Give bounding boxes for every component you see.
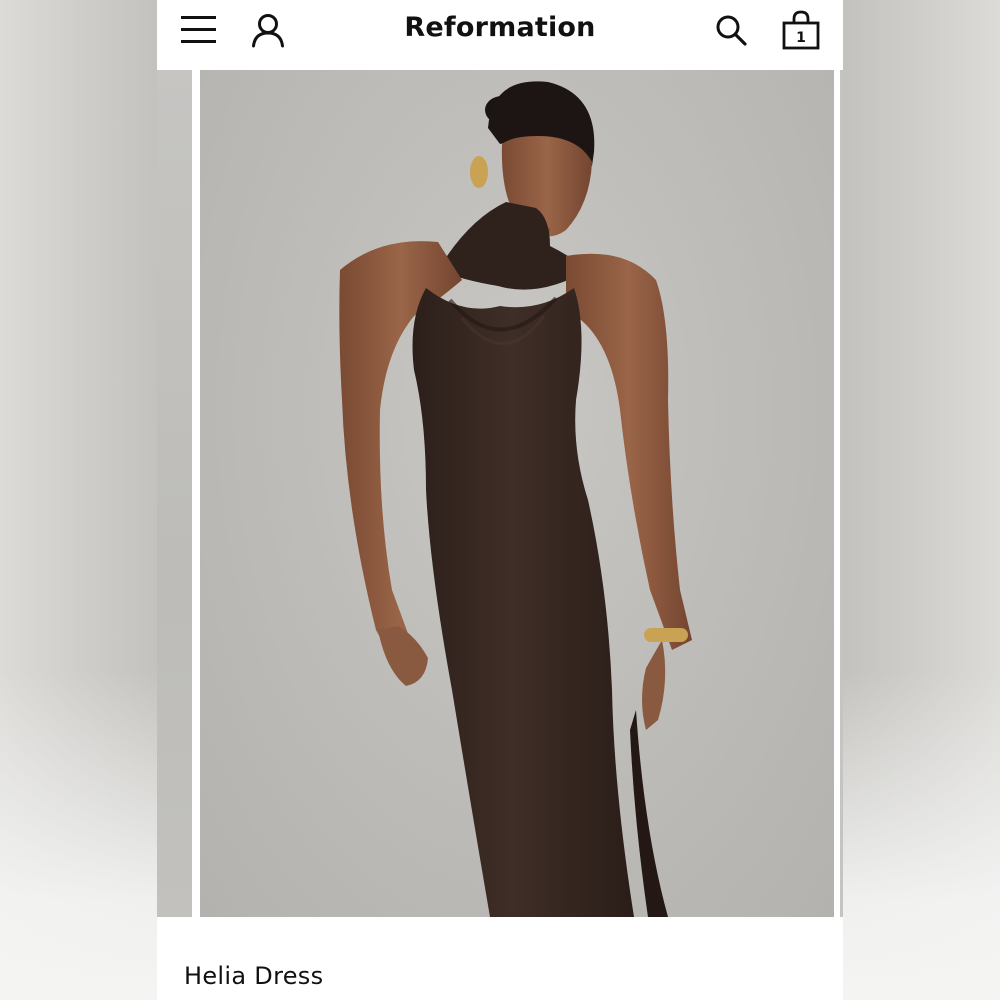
product-image-carousel[interactable]	[157, 70, 843, 917]
next-image-peek[interactable]	[840, 70, 843, 917]
product-image[interactable]	[200, 70, 834, 917]
mobile-screen: Reformation 1 Helia Dress	[157, 0, 843, 1000]
background-right	[843, 0, 1000, 1000]
product-info: Helia Dress	[157, 917, 843, 1000]
site-header: Reformation 1	[157, 0, 843, 70]
brand-name[interactable]: Reformation	[404, 12, 595, 43]
bag-count: 1	[796, 30, 806, 46]
background-left	[0, 0, 157, 1000]
search-button[interactable]	[709, 8, 753, 52]
shopping-bag-icon: 1	[782, 10, 820, 50]
product-name[interactable]: Helia Dress	[184, 962, 323, 990]
previous-image-peek[interactable]	[157, 70, 192, 917]
shopping-bag-button[interactable]: 1	[779, 8, 823, 52]
model-photo	[339, 81, 692, 917]
search-icon	[716, 15, 747, 46]
